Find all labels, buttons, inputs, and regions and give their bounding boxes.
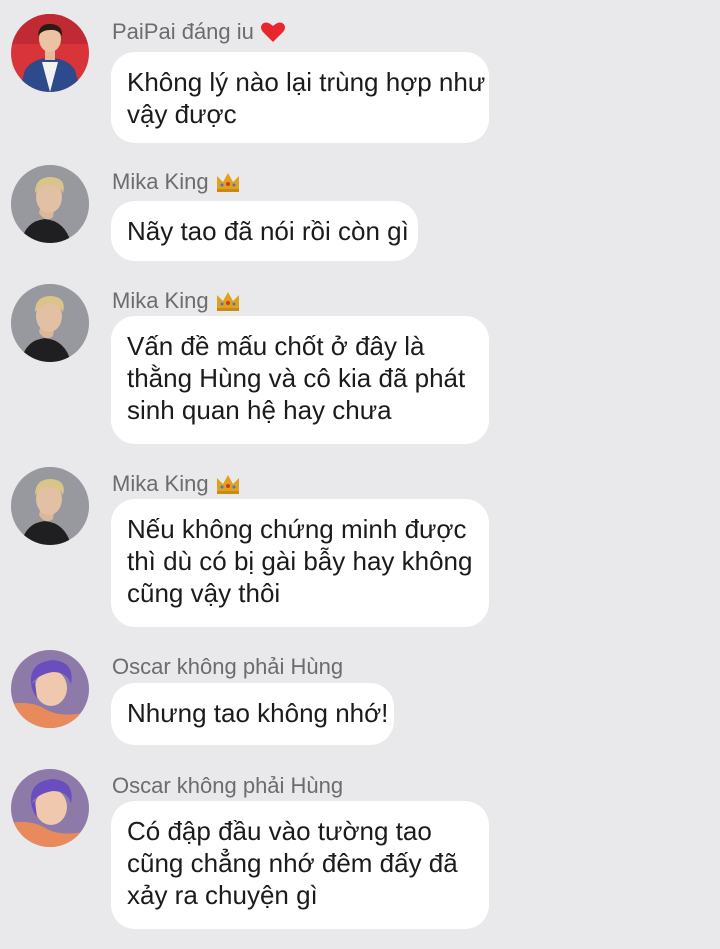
sender-avatar[interactable] <box>11 650 89 728</box>
sender-name: Mika King <box>112 471 241 497</box>
sender-avatar[interactable] <box>11 165 89 243</box>
sender-name: Oscar không phải Hùng <box>112 654 344 679</box>
message-bubble[interactable]: Nhưng tao không nhớ! <box>111 683 394 745</box>
sender-name: Mika King <box>112 288 241 314</box>
message-item: Oscar không phải Hùng Nhưng tao không nh… <box>0 648 720 748</box>
message-bubble[interactable]: Nãy tao đã nói rồi còn gì <box>111 201 418 261</box>
crown-icon <box>215 473 241 495</box>
message-item: Mika King Nãy tao đã nói rồi còn gì <box>0 163 720 263</box>
message-item: Mika King Vấn đề mấu chốt ở đây là thằng… <box>0 282 720 446</box>
message-bubble[interactable]: Nếu không chứng minh được thì dù có bị g… <box>111 499 489 627</box>
sender-name: Mika King <box>112 169 241 195</box>
crown-icon <box>215 290 241 312</box>
sender-name: Oscar không phải Hùng <box>112 773 344 798</box>
sender-avatar[interactable] <box>11 284 89 362</box>
message-item: PaiPai đáng iu Không lý nào lại trùng hợ… <box>0 12 720 144</box>
message-bubble[interactable]: Có đập đầu vào tường tao cũng chẳng nhớ … <box>111 801 489 929</box>
message-bubble[interactable]: Vấn đề mấu chốt ở đây là thằng Hùng và c… <box>111 316 489 444</box>
message-bubble[interactable]: Không lý nào lại trùng hợp như vậy được <box>111 52 489 143</box>
message-item: Mika King Nếu không chứng minh được thì … <box>0 465 720 629</box>
sender-avatar[interactable] <box>11 467 89 545</box>
sender-avatar[interactable] <box>11 769 89 847</box>
sender-name: PaiPai đáng iu <box>112 19 286 45</box>
heart-icon <box>260 21 286 43</box>
sender-avatar[interactable] <box>11 14 89 92</box>
message-item: Oscar không phải Hùng Có đập đầu vào tườ… <box>0 767 720 931</box>
crown-icon <box>215 171 241 193</box>
